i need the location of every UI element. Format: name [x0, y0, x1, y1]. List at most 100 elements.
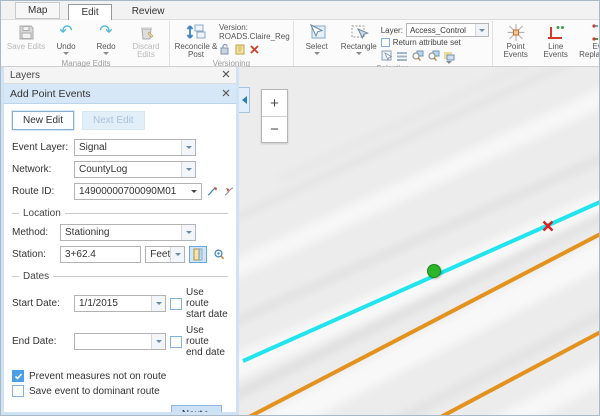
new-version-icon[interactable]: [234, 43, 246, 57]
new-edit-button[interactable]: New Edit: [12, 111, 74, 130]
select-by-shape-icon[interactable]: [381, 50, 393, 64]
undo-button[interactable]: ↶ Undo: [46, 21, 86, 55]
end-date-label: End Date:: [12, 336, 70, 347]
network-label: Network:: [12, 164, 70, 175]
group-selection: Select Rectangle Layer: Access_Control: [293, 21, 492, 66]
save-dominant-route-label: Save event to dominant route: [29, 386, 160, 397]
save-dominant-route-checkbox[interactable]: [12, 385, 24, 397]
app-window: Map Edit Review Save Edits ↶ Undo: [0, 0, 600, 416]
ribbon: Save Edits ↶ Undo ↷ Redo Discard Edits: [1, 19, 599, 67]
dropdown-caret: [63, 52, 69, 55]
event-layer-label: Event Layer:: [12, 142, 70, 153]
route-id-combobox[interactable]: 14900000700090M01: [74, 183, 202, 200]
method-label: Method:: [12, 227, 56, 238]
rectangle-select-icon: [349, 22, 369, 42]
unlock-version-icon[interactable]: [219, 43, 231, 57]
select-button[interactable]: Select: [297, 21, 337, 55]
return-attribute-set-label: Return attribute set: [393, 38, 461, 47]
discard-edits-button[interactable]: Discard Edits: [126, 21, 166, 59]
version-value: ROADS.Claire_Reg: [219, 32, 290, 41]
group-edit-events: Point Events Line Events Event Replaceme…: [492, 21, 600, 66]
save-edits-button[interactable]: Save Edits: [6, 21, 46, 51]
return-attribute-set-checkbox[interactable]: [381, 38, 390, 47]
select-route-icon[interactable]: [206, 183, 219, 200]
tab-edit[interactable]: Edit: [68, 4, 111, 20]
event-layer-combobox[interactable]: Signal: [74, 139, 196, 156]
start-date-picker[interactable]: 1/1/2015: [74, 295, 166, 312]
layers-pane-header[interactable]: Layers: [4, 67, 236, 84]
dropdown-caret: [356, 52, 362, 55]
delete-version-icon[interactable]: [249, 44, 260, 57]
use-route-end-date-label: Use route end date: [186, 325, 228, 358]
prevent-measures-label: Prevent measures not on route: [29, 371, 166, 382]
combo-arrow-icon[interactable]: [181, 162, 195, 177]
line-events-icon: [546, 22, 566, 42]
event-replacement-icon: [591, 22, 600, 42]
close-icon[interactable]: [222, 88, 230, 100]
map-zoom-control: + −: [261, 89, 288, 143]
end-date-picker[interactable]: [74, 333, 166, 350]
add-point-events-body: New Edit Next Edit Event Layer: Signal N…: [4, 104, 236, 412]
network-combobox[interactable]: CountyLog: [74, 161, 196, 178]
rectangle-button[interactable]: Rectangle: [337, 21, 381, 55]
station-unit-combobox[interactable]: Feet: [145, 246, 185, 263]
undo-icon: ↶: [59, 22, 72, 42]
line-events-button[interactable]: Line Events: [536, 21, 576, 59]
pan-to-selection-icon[interactable]: [427, 50, 440, 64]
version-label: Version:: [219, 23, 290, 32]
reconcile-icon: [186, 22, 206, 42]
point-event-marker[interactable]: [427, 264, 441, 278]
check-icon: [14, 372, 23, 381]
reconcile-post-button[interactable]: Reconcile & Post: [173, 21, 219, 59]
zoom-in-button[interactable]: +: [262, 90, 287, 116]
use-route-start-date-checkbox[interactable]: [170, 298, 182, 310]
combo-arrow-icon[interactable]: [475, 24, 488, 36]
group-versioning: Reconcile & Post Version: ROADS.Claire_R…: [169, 21, 293, 66]
use-route-end-date-checkbox[interactable]: [170, 336, 182, 348]
dates-section-divider: Dates: [12, 271, 228, 282]
zoom-out-button[interactable]: −: [262, 116, 287, 142]
point-events-icon: [506, 22, 526, 42]
combo-arrow-icon[interactable]: [187, 184, 201, 199]
zoom-to-selection-icon[interactable]: [411, 50, 424, 64]
selection-options-icon[interactable]: [443, 51, 455, 64]
route-id-label: Route ID:: [12, 186, 70, 197]
next-button[interactable]: Next >: [171, 405, 222, 412]
select-route-alt-icon[interactable]: [223, 183, 236, 200]
combo-arrow-icon[interactable]: [151, 334, 165, 349]
zoom-to-station-icon[interactable]: [211, 246, 228, 263]
point-events-button[interactable]: Point Events: [496, 21, 536, 59]
add-point-events-header[interactable]: Add Point Events: [4, 84, 236, 104]
save-icon: [18, 22, 35, 42]
combo-arrow-icon[interactable]: [181, 225, 195, 240]
group-manage-edits: Save Edits ↶ Undo ↷ Redo Discard Edits: [3, 21, 169, 66]
next-edit-button[interactable]: Next Edit: [82, 111, 145, 130]
map-view[interactable]: + −: [239, 67, 599, 415]
combo-arrow-icon[interactable]: [170, 247, 184, 262]
combo-arrow-icon[interactable]: [181, 140, 195, 155]
station-label: Station:: [12, 249, 56, 260]
collapse-panel-button[interactable]: [239, 87, 250, 113]
pick-location-tool-icon[interactable]: [189, 246, 206, 263]
trash-icon: [138, 22, 155, 42]
select-cursor-icon: [307, 22, 327, 42]
orange-road-line[interactable]: [246, 232, 599, 415]
collapse-arrow-icon: [242, 96, 247, 104]
selection-list-icon[interactable]: [396, 50, 408, 64]
layers-pane-title: Layers: [10, 70, 40, 81]
tab-map[interactable]: Map: [15, 2, 60, 19]
add-point-events-title: Add Point Events: [10, 88, 91, 100]
station-input[interactable]: 3+62.4: [60, 246, 141, 263]
ribbon-tabstrip: Map Edit Review: [1, 1, 599, 19]
dock-panel: Layers Add Point Events New Edit Next Ed…: [1, 67, 239, 415]
tab-review[interactable]: Review: [120, 4, 177, 19]
event-replacement-button[interactable]: Event Replacement: [576, 21, 600, 59]
method-combobox[interactable]: Stationing: [60, 224, 196, 241]
use-route-start-date-label: Use route start date: [186, 287, 228, 320]
prevent-measures-checkbox[interactable]: [12, 370, 24, 382]
layer-combobox[interactable]: Access_Control: [406, 23, 489, 37]
combo-arrow-icon[interactable]: [151, 296, 165, 311]
close-icon[interactable]: [222, 70, 230, 81]
redo-button[interactable]: ↷ Redo: [86, 21, 126, 55]
location-section-divider: Location: [12, 208, 228, 219]
